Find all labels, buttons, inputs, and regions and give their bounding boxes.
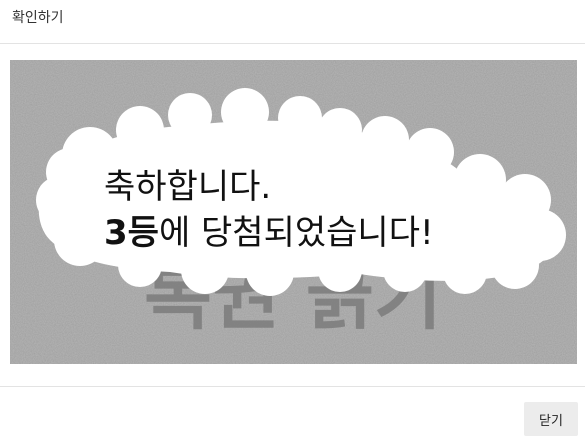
result-dialog: 확인하기 복권 긁기 축하합니다. 3등에 당첨되었습니다! 닫기 — [0, 0, 585, 445]
scratch-card-canvas[interactable]: 복권 긁기 축하합니다. 3등에 당첨되었습니다! — [10, 60, 577, 364]
result-rank: 3등 — [104, 213, 159, 253]
result-line1: 축하합니다. — [104, 167, 271, 207]
dialog-footer: 닫기 — [0, 386, 585, 445]
dialog-header: 확인하기 — [0, 0, 585, 44]
close-button[interactable]: 닫기 — [524, 402, 578, 436]
scratch-card[interactable]: 복권 긁기 축하합니다. 3등에 당첨되었습니다! — [10, 60, 577, 364]
dialog-title: 확인하기 — [12, 10, 64, 26]
result-line2-rest: 에 당첨되었습니다! — [159, 213, 434, 253]
result-line2: 3등에 당첨되었습니다! — [104, 213, 434, 253]
